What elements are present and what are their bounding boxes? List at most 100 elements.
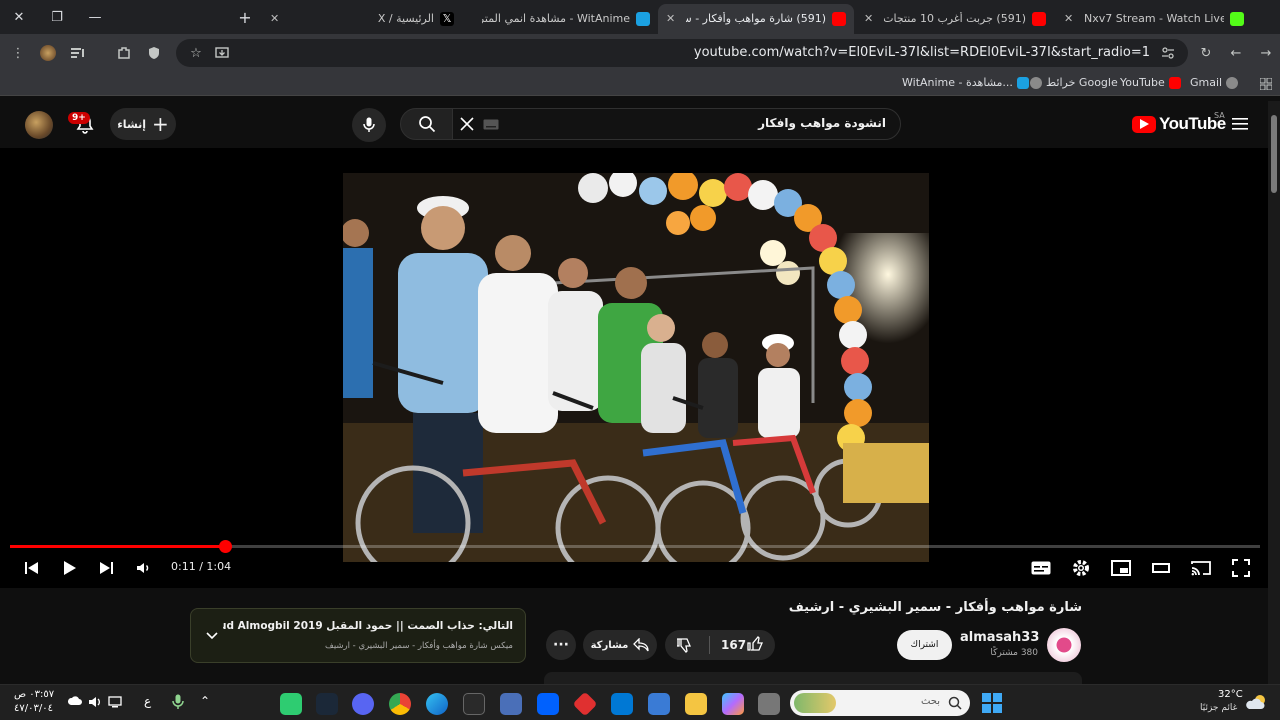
bookmark-witanime[interactable]: WitAnime - مشاهدة... [902, 76, 1029, 89]
copilot-icon[interactable] [722, 693, 744, 715]
channel-avatar[interactable] [1047, 628, 1081, 662]
back-icon[interactable]: ← [1226, 43, 1246, 63]
tab-current-video[interactable]: ✕ (591) شارة مواهب وأفكار - سمير [658, 4, 854, 34]
edge-icon[interactable] [426, 693, 448, 715]
search-query-text: انشودة مواهب وافكار [758, 116, 886, 130]
channel-name[interactable]: almasah33 [960, 630, 1039, 645]
bookmark-gmail[interactable]: Gmail [1190, 76, 1239, 89]
page-scrollbar[interactable] [1268, 101, 1280, 684]
restore-window-icon[interactable]: ❐ [46, 6, 68, 28]
search-input[interactable]: انشودة مواهب وافكار [452, 108, 901, 140]
subtitles-button[interactable] [1029, 556, 1053, 580]
clear-search-icon [460, 117, 474, 131]
cast-button[interactable] [1189, 556, 1213, 580]
search-button[interactable] [400, 108, 453, 140]
system-clock[interactable]: ٠٣:٥٧ ص ٤٧/٠٣/٠٤ [14, 688, 54, 716]
more-actions-button[interactable]: ··· [546, 630, 576, 660]
speaker-icon[interactable] [88, 695, 102, 709]
up-next-card[interactable]: التالي: حذاب الصمت || حمود المقبل Hamoud… [190, 608, 526, 663]
microphone-icon[interactable] [172, 694, 184, 710]
volume-button[interactable] [132, 556, 156, 580]
dropbox-icon[interactable] [537, 693, 559, 715]
previous-icon [25, 562, 38, 574]
tab-search-icon[interactable] [68, 43, 88, 63]
minimize-window-icon[interactable]: — [84, 6, 106, 28]
more-dots-icon: ··· [553, 637, 569, 653]
browser-toolbar: ⋮ ☆ youtube.com/watch?v=El0EviL-37I&list… [0, 34, 1280, 72]
fullscreen-button[interactable] [1229, 556, 1253, 580]
thumbs-up-icon [747, 636, 763, 651]
reload-icon[interactable]: ↻ [1196, 43, 1216, 63]
scrubber-handle[interactable] [219, 540, 232, 553]
install-app-icon[interactable] [212, 43, 232, 63]
taskbar-app-icon[interactable] [500, 693, 522, 715]
up-next-title: التالي: حذاب الصمت || حمود المقبل Hamoud… [223, 620, 513, 632]
subscribe-button[interactable]: اشتراك [897, 630, 952, 660]
tab-close-icon[interactable]: ✕ [666, 12, 675, 25]
tab-youtube-products[interactable]: ✕ (591) جربت أغرب 10 منتجات مع [856, 4, 1054, 34]
taskbar-search-input[interactable]: بحث [790, 690, 970, 716]
miniplayer-button[interactable] [1109, 556, 1133, 580]
input-language[interactable]: ع [144, 694, 151, 708]
tab-title: (591) شارة مواهب وأفكار - سمير [686, 12, 826, 25]
display-icon[interactable] [108, 695, 122, 709]
discord-icon[interactable] [352, 693, 374, 715]
gear-icon [1073, 560, 1089, 576]
create-button[interactable]: إنشاء + [110, 108, 176, 140]
search-placeholder: بحث [920, 696, 940, 707]
outlook-icon[interactable] [611, 693, 633, 715]
next-button[interactable] [94, 556, 118, 580]
file-explorer-icon[interactable] [685, 693, 707, 715]
taskbar-app-icon[interactable] [758, 693, 780, 715]
share-button[interactable]: مشاركة [583, 630, 657, 660]
youtube-play-icon [1132, 115, 1156, 133]
bookmark-star-icon[interactable]: ☆ [186, 43, 206, 63]
guide-menu-icon[interactable] [1232, 117, 1248, 131]
url-text: youtube.com/watch?v=El0EviL-37I&list=RDE… [693, 45, 1150, 60]
forward-icon[interactable]: → [1256, 43, 1276, 63]
site-info-icon[interactable] [1158, 43, 1178, 63]
tab-x-home[interactable]: ✕ الرئيسية / X 𝕏 [262, 4, 462, 34]
taskbar-app-icon[interactable] [572, 691, 598, 717]
chrome-icon[interactable] [389, 693, 411, 715]
steam-icon[interactable] [316, 693, 338, 715]
voice-search-button[interactable] [352, 108, 386, 142]
bookmark-youtube[interactable]: YouTube [1120, 76, 1181, 89]
scrollbar-thumb[interactable] [1271, 115, 1277, 193]
epic-games-icon[interactable] [463, 693, 485, 715]
bookmark-google-maps[interactable]: خرائط Google [1030, 76, 1118, 89]
dislike-button[interactable] [677, 637, 693, 653]
cloud-sync-icon[interactable] [68, 695, 82, 707]
tab-close-icon[interactable]: ✕ [270, 12, 279, 25]
theater-mode-button[interactable] [1149, 556, 1173, 580]
chevron-up-icon[interactable]: ⌃ [200, 694, 210, 708]
video-player[interactable]: 0:11 / 1:04 [0, 148, 1268, 588]
video-title: شارة مواهب وأفكار - سمير البشيري - ارشيف [788, 600, 1082, 615]
account-avatar[interactable] [25, 111, 53, 139]
shield-icon[interactable] [144, 43, 164, 63]
tab-close-icon[interactable]: ✕ [864, 12, 873, 25]
close-window-icon[interactable]: ✕ [8, 6, 30, 28]
play-button[interactable] [58, 556, 82, 580]
youtube-logo[interactable]: YouTube [1132, 114, 1226, 134]
profile-avatar[interactable] [38, 43, 58, 63]
store-icon[interactable] [648, 693, 670, 715]
chrome-menu-icon[interactable]: ⋮ [8, 43, 28, 63]
progress-bar[interactable] [10, 540, 1260, 553]
bookmarks-bar: Gmail YouTube خرائط Google WitAnime - مش… [0, 72, 1280, 96]
apps-grid-icon[interactable] [1256, 74, 1276, 94]
tab-witanime[interactable]: WitAnime - مشاهدة انمي المترجم اون لاين [462, 4, 658, 34]
address-bar[interactable]: ☆ youtube.com/watch?v=El0EviL-37I&list=R… [176, 39, 1188, 67]
tab-close-icon[interactable]: ✕ [1064, 12, 1073, 25]
taskbar-app-icon[interactable] [280, 693, 302, 715]
video-frame[interactable] [343, 173, 929, 562]
new-tab-icon[interactable]: + [234, 6, 256, 28]
windows-start-icon[interactable] [982, 693, 1002, 713]
tab-kick-stream[interactable]: ✕ Nxv7 Stream - Watch Live on Kick [1056, 4, 1252, 34]
previous-button[interactable] [20, 556, 44, 580]
weather-cloud-sun-icon[interactable] [1246, 693, 1268, 711]
like-button[interactable] [747, 636, 763, 652]
subscribe-label: اشتراك [910, 640, 939, 650]
extensions-icon[interactable] [114, 43, 134, 63]
settings-button[interactable] [1069, 556, 1093, 580]
